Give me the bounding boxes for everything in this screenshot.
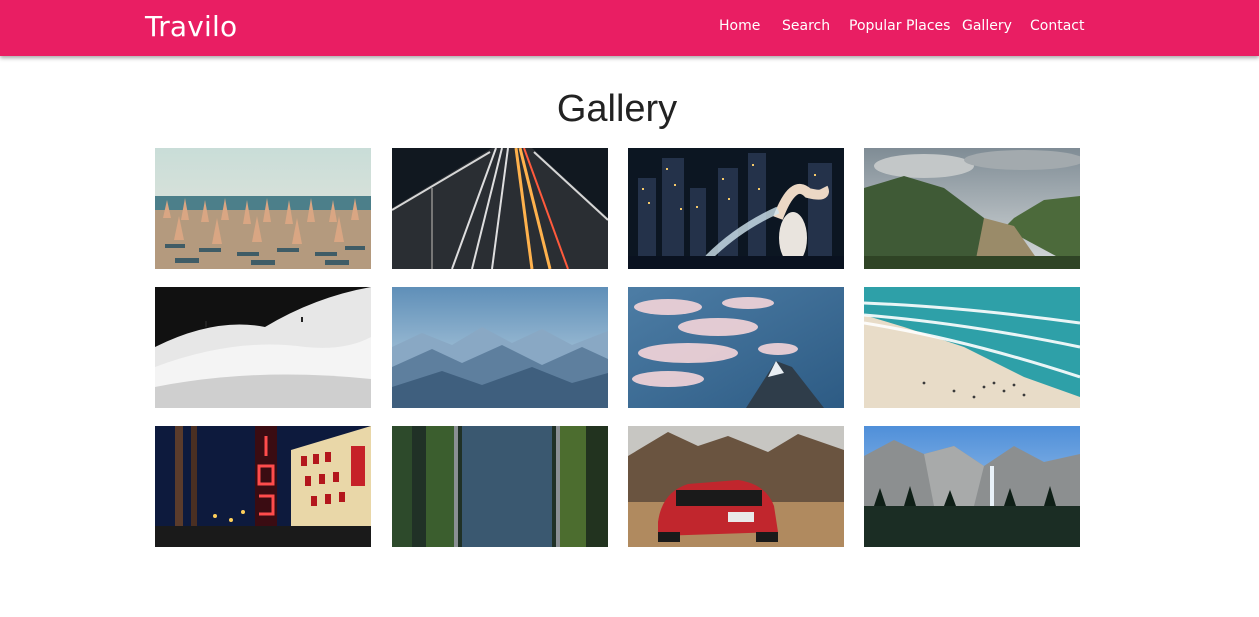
mountain-range-aerial-image bbox=[392, 287, 608, 408]
gallery-photo-mountain-range[interactable] bbox=[392, 287, 608, 408]
highway-light-trails-image bbox=[392, 148, 608, 269]
beach-umbrellas-image bbox=[155, 148, 371, 269]
gallery-photo-highway-light-trails[interactable] bbox=[392, 148, 608, 269]
navbar: Travilo Home Search Popular Places Galle… bbox=[0, 0, 1259, 56]
gallery-photo-red-mustang[interactable] bbox=[628, 426, 844, 547]
gallery-photo-canal-aerial[interactable] bbox=[392, 426, 608, 547]
gallery-photo-pink-clouds[interactable] bbox=[628, 287, 844, 408]
neon-theater-signs-image bbox=[155, 426, 371, 547]
beach-aerial-image bbox=[864, 287, 1080, 408]
valley-waterfall-image bbox=[864, 426, 1080, 547]
nav-gallery-link[interactable]: Gallery bbox=[962, 18, 1012, 34]
gallery-photo-valley-waterfall[interactable] bbox=[864, 426, 1080, 547]
merlion-night-city-image bbox=[628, 148, 844, 269]
nav-menu: Home Search Popular Places Gallery Conta… bbox=[0, 18, 1259, 38]
nav-popular-places-link[interactable]: Popular Places bbox=[849, 18, 950, 34]
red-mustang-image bbox=[628, 426, 844, 547]
canal-aerial-image bbox=[392, 426, 608, 547]
gallery-photo-merlion-city[interactable] bbox=[628, 148, 844, 269]
gallery-photo-river-gorge[interactable] bbox=[864, 148, 1080, 269]
nav-home-link[interactable]: Home bbox=[719, 18, 760, 34]
river-gorge-image bbox=[864, 148, 1080, 269]
snow-dunes-bw-image bbox=[155, 287, 371, 408]
gallery-photo-snow-dunes[interactable] bbox=[155, 287, 371, 408]
gallery-photo-beach-umbrellas[interactable] bbox=[155, 148, 371, 269]
gallery-photo-beach-aerial[interactable] bbox=[864, 287, 1080, 408]
nav-contact-link[interactable]: Contact bbox=[1030, 18, 1084, 34]
pink-clouds-peak-image bbox=[628, 287, 844, 408]
page-title: Gallery bbox=[556, 88, 678, 130]
nav-search-link[interactable]: Search bbox=[782, 18, 830, 34]
gallery-photo-neon-theater[interactable] bbox=[155, 426, 371, 547]
